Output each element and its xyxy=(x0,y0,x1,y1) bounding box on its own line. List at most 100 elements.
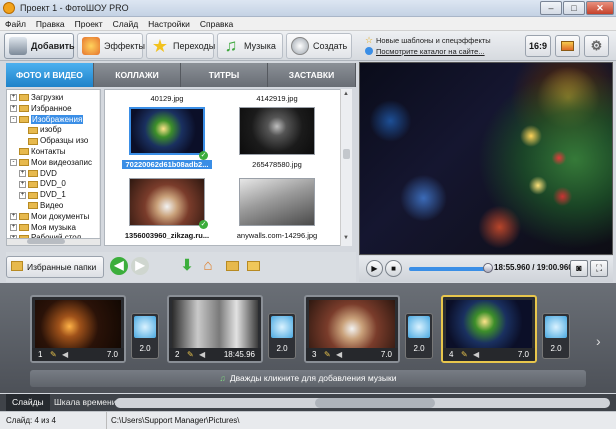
tree-scrollbar[interactable] xyxy=(99,90,100,245)
pencil-icon[interactable]: ✎ xyxy=(324,348,331,361)
seek-track[interactable] xyxy=(409,267,487,271)
play-button[interactable]: ▶ xyxy=(366,260,383,277)
expand-icon[interactable]: + xyxy=(10,105,17,113)
menu-settings[interactable]: Настройки xyxy=(143,17,195,31)
tree-item[interactable]: Видео xyxy=(19,201,63,211)
back-button[interactable]: ◀ xyxy=(110,257,128,275)
favorites-button[interactable]: Избранные папки xyxy=(6,256,104,278)
pencil-icon[interactable]: ✎ xyxy=(461,348,468,361)
menu-help[interactable]: Справка xyxy=(195,17,238,31)
image-settings-button[interactable] xyxy=(555,35,580,57)
slide-item[interactable]: 1 ✎ ◀ 7.0 xyxy=(30,295,126,363)
photo-thumbnail[interactable] xyxy=(239,107,315,155)
tree-item[interactable]: Контакты xyxy=(10,147,66,157)
close-button[interactable]: ✕ xyxy=(586,1,614,15)
expand-icon[interactable]: + xyxy=(10,223,17,231)
sound-icon[interactable]: ◀ xyxy=(473,348,479,361)
scroll-thumb[interactable] xyxy=(343,149,350,159)
scroll-down-icon[interactable]: ▼ xyxy=(343,235,349,241)
tree-item[interactable]: + DVD_0 xyxy=(19,179,66,189)
expand-icon[interactable]: - xyxy=(10,159,17,167)
expand-icon[interactable]: + xyxy=(19,191,26,199)
expand-icon[interactable]: + xyxy=(19,180,26,188)
add-button[interactable]: Добавить xyxy=(4,33,75,59)
folder-tree[interactable]: + Загрузки + Избранное - Изображения изобр Обра… xyxy=(6,89,101,246)
scroll-up-icon[interactable]: ▲ xyxy=(343,91,349,97)
tree-item[interactable]: - Изображения xyxy=(10,114,84,125)
folder-star-icon[interactable] xyxy=(244,257,262,275)
tree-item[interactable]: + Загрузки xyxy=(10,93,63,103)
timeline-scroll-thumb[interactable] xyxy=(315,398,435,408)
tree-item[interactable]: - Мои видеозапис xyxy=(10,158,92,168)
music-button[interactable]: ♫ Музыка xyxy=(217,33,283,59)
slide-item-selected[interactable]: 4 ✎ ◀ 7.0 xyxy=(441,295,537,363)
settings-button[interactable]: ⚙ xyxy=(584,35,609,57)
slide-thumbnail xyxy=(35,300,121,348)
tree-item[interactable]: изобр xyxy=(19,125,62,135)
tree-item[interactable]: + Мои документы xyxy=(10,212,89,222)
menu-edit[interactable]: Правка xyxy=(31,17,70,31)
stop-button[interactable]: ■ xyxy=(385,260,402,277)
slide-duration: 7.0 xyxy=(380,350,392,359)
expand-icon[interactable]: + xyxy=(10,213,17,221)
maximize-button[interactable]: □ xyxy=(563,1,585,15)
tree-item[interactable]: + DVD xyxy=(19,169,57,179)
tree-item[interactable]: Образцы изо xyxy=(19,136,88,146)
sound-icon[interactable]: ◀ xyxy=(199,348,205,361)
tab-photo-video[interactable]: ФОТО И ВИДЕО xyxy=(6,63,94,87)
tree-item[interactable]: + DVD_1 xyxy=(19,190,66,200)
scroll-right-icon[interactable]: › xyxy=(596,333,601,349)
aspect-ratio-button[interactable]: 16:9 xyxy=(525,35,551,57)
preview-area xyxy=(359,62,613,255)
menu-project[interactable]: Проект xyxy=(70,17,108,31)
seek-handle[interactable] xyxy=(483,263,493,273)
tree-item-label: Мои документы xyxy=(31,211,90,221)
photo-thumbnail[interactable] xyxy=(129,107,205,155)
menu-file[interactable]: Файл xyxy=(0,17,31,31)
tree-hscroll-thumb[interactable] xyxy=(27,239,65,244)
forward-button[interactable]: ▶ xyxy=(131,257,149,275)
slide-item[interactable]: 2 ✎ ◀ 18:45.96 xyxy=(167,295,263,363)
down-arrow-icon[interactable]: ⬇ xyxy=(178,257,196,275)
home-icon[interactable]: ⌂ xyxy=(199,257,217,275)
pencil-icon[interactable]: ✎ xyxy=(50,348,57,361)
library-tabs: ФОТО И ВИДЕО КОЛЛАЖИ ТИТРЫ ЗАСТАВКИ xyxy=(6,63,356,87)
photo-thumbnail[interactable] xyxy=(239,178,315,226)
menu-slide[interactable]: Слайд xyxy=(108,17,144,31)
tree-item[interactable]: + Избранное xyxy=(10,104,72,114)
tab-slides[interactable]: Слайды xyxy=(6,394,50,411)
expand-icon[interactable]: + xyxy=(10,94,17,102)
tree-item[interactable]: + Моя музыка xyxy=(10,223,76,233)
transitions-button[interactable]: ★ Переходы xyxy=(146,33,215,59)
fullscreen-button[interactable]: ⛶ xyxy=(590,260,608,277)
pencil-icon[interactable]: ✎ xyxy=(187,348,194,361)
folder-add-icon[interactable] xyxy=(223,257,241,275)
sound-icon[interactable]: ◀ xyxy=(62,348,68,361)
tab-collages[interactable]: КОЛЛАЖИ xyxy=(94,63,181,87)
new-templates-link[interactable]: Новые шаблоны и спецэффекты xyxy=(376,36,491,45)
music-track[interactable]: ♫ Дважды кликните для добавления музыки xyxy=(30,370,586,387)
transition-item[interactable]: 2.0 xyxy=(131,313,159,359)
slide-item[interactable]: 3 ✎ ◀ 7.0 xyxy=(304,295,400,363)
create-button[interactable]: Создать xyxy=(286,33,352,59)
photo-thumbnail[interactable] xyxy=(129,178,205,226)
slide-number: 1 xyxy=(38,350,43,359)
catalog-link[interactable]: Посмотрите каталог на сайте... xyxy=(376,47,485,56)
timeline-scrollbar[interactable] xyxy=(115,398,610,408)
effects-button[interactable]: Эффекты xyxy=(77,33,145,59)
minimize-button[interactable]: – xyxy=(540,1,562,15)
tree-hscrollbar[interactable] xyxy=(6,238,101,246)
tab-titles[interactable]: ТИТРЫ xyxy=(181,63,268,87)
thumbs-scrollbar[interactable]: ▲ ▼ xyxy=(340,89,352,246)
transition-item[interactable]: 2.0 xyxy=(268,313,296,359)
folder-icon xyxy=(28,202,38,210)
expand-icon[interactable]: - xyxy=(10,115,17,123)
snapshot-button[interactable]: ◙ xyxy=(570,260,588,277)
transition-item[interactable]: 2.0 xyxy=(405,313,433,359)
sound-icon[interactable]: ◀ xyxy=(336,348,342,361)
gear-icon: ⚙ xyxy=(590,38,603,53)
tab-timeline[interactable]: Шкала времени xyxy=(48,394,122,411)
tab-intros[interactable]: ЗАСТАВКИ xyxy=(268,63,356,87)
expand-icon[interactable]: + xyxy=(19,169,26,177)
transition-item[interactable]: 2.0 xyxy=(542,313,570,359)
